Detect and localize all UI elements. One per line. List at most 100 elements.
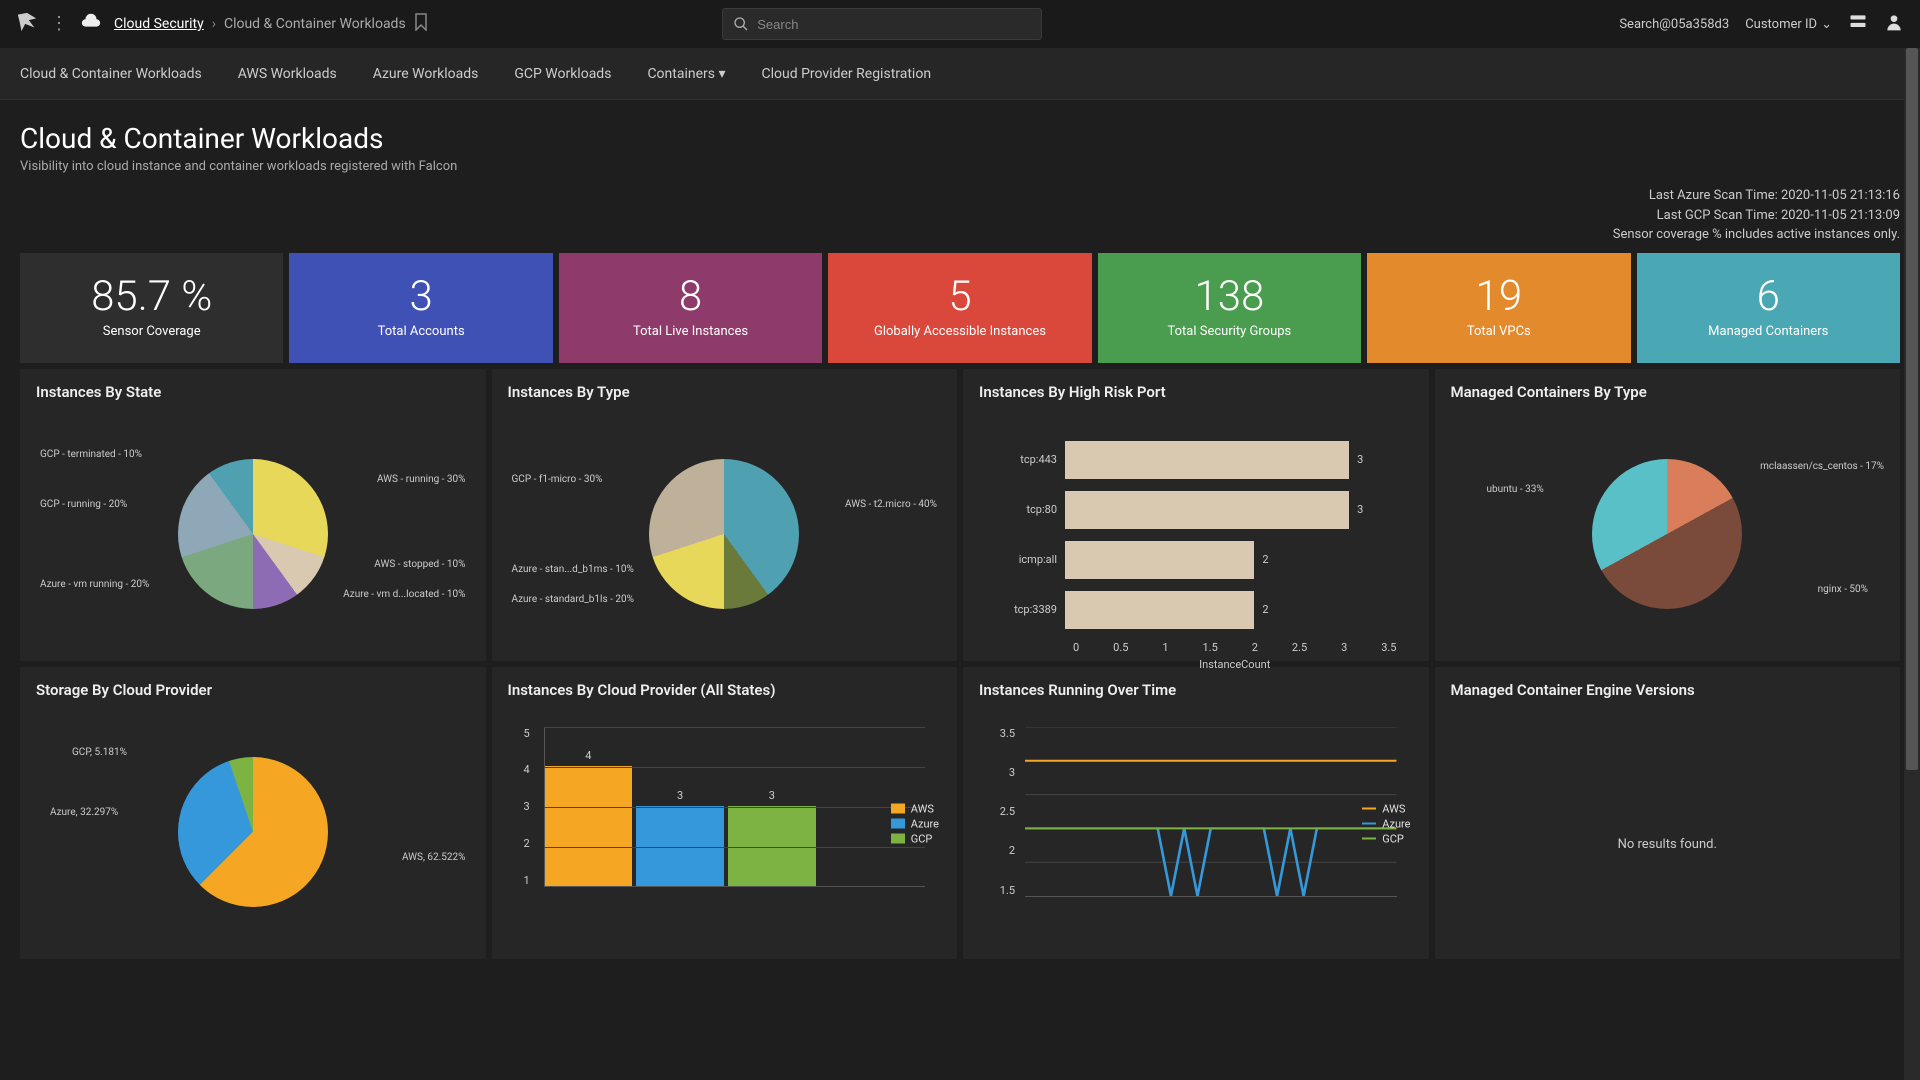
pie-label: Azure - stan...d_b1ms - 10%	[512, 564, 634, 575]
pie-label: ubuntu - 33%	[1487, 484, 1544, 495]
kpi-card[interactable]: 3 Total Accounts	[289, 253, 552, 363]
search-icon	[733, 16, 749, 32]
pie-chart[interactable]: AWS - t2.micro - 40% Azure - stan...d_b1m…	[504, 419, 946, 649]
global-search[interactable]	[722, 8, 1042, 40]
page-title: Cloud & Container Workloads	[20, 122, 1900, 155]
scan-info-azure: Last Azure Scan Time: 2020-11-05 21:13:1…	[20, 186, 1900, 206]
pie-label: GCP, 5.181%	[72, 747, 127, 758]
pie-label: AWS - t2.micro - 40%	[845, 499, 937, 510]
tab-aws-workloads[interactable]: AWS Workloads	[238, 62, 337, 86]
cloud-icon[interactable]	[80, 13, 102, 35]
tab-gcp-workloads[interactable]: GCP Workloads	[514, 62, 611, 86]
panel-title: Storage By Cloud Provider	[20, 667, 486, 709]
pie-chart[interactable]: AWS - running - 30% AWS - stopped - 10% Az…	[32, 419, 474, 649]
panel-title: Instances Running Over Time	[963, 667, 1429, 709]
panel-title: Instances By State	[20, 369, 486, 411]
no-results-message: No results found.	[1447, 717, 1889, 852]
panel-title: Instances By High Risk Port	[963, 369, 1429, 411]
nav-tabs: Cloud & Container Workloads AWS Workload…	[0, 48, 1920, 100]
kpi-label: Total VPCs	[1467, 324, 1531, 339]
pie-label: GCP - terminated - 10%	[40, 449, 142, 460]
pie-label: AWS, 62.522%	[402, 852, 466, 863]
panel-row-2: Storage By Cloud Provider AWS, 62.522% Az…	[0, 661, 1920, 959]
pie-label: Azure - vm running - 20%	[40, 579, 149, 590]
pie-chart[interactable]: AWS, 62.522% Azure, 32.297% GCP, 5.181%	[32, 717, 474, 947]
panel-instances-running-over-time: Instances Running Over Time 3.532.521.5 …	[963, 667, 1429, 959]
topbar: ⋮ Cloud Security › Cloud & Container Wor…	[0, 0, 1920, 48]
kpi-label: Total Live Instances	[633, 324, 748, 339]
bookmark-icon[interactable]	[414, 13, 428, 35]
tab-azure-workloads[interactable]: Azure Workloads	[373, 62, 479, 86]
tab-cloud-container-workloads[interactable]: Cloud & Container Workloads	[20, 62, 202, 86]
kpi-card[interactable]: 5Globally Accessible Instances	[828, 253, 1091, 363]
kpi-card[interactable]: 6 Managed Containers	[1637, 253, 1900, 363]
chevron-right-icon: ›	[212, 16, 216, 32]
kpi-card[interactable]: 19Total VPCs	[1367, 253, 1630, 363]
pie-label: Azure, 32.297%	[50, 807, 118, 818]
customer-id-dropdown[interactable]: Customer ID ⌄	[1745, 17, 1832, 32]
panel-instances-by-state: Instances By State AWS - running - 30%AW…	[20, 369, 486, 661]
pie-label: AWS - stopped - 10%	[374, 559, 465, 570]
kpi-label: Managed Containers	[1708, 324, 1828, 339]
breadcrumb-root[interactable]: Cloud Security	[114, 16, 204, 32]
scrollbar-thumb[interactable]	[1906, 48, 1918, 770]
kpi-card[interactable]: 138 Total Security Groups	[1098, 253, 1361, 363]
pie-label: Azure - vm d...located - 10%	[343, 589, 465, 600]
pie-label: AWS - running - 30%	[377, 474, 466, 485]
pie-label: GCP - f1-micro - 30%	[512, 474, 603, 485]
kpi-value: 6	[1757, 276, 1780, 318]
kpi-label: Total Accounts	[378, 324, 465, 339]
tab-cloud-provider-registration[interactable]: Cloud Provider Registration	[762, 62, 932, 86]
panel-instances-by-high-risk-port: Instances By High Risk Port tcp:443 3 tcp…	[963, 369, 1429, 661]
bar-value: 2	[1262, 553, 1268, 566]
breadcrumb: Cloud Security › Cloud & Container Workl…	[114, 13, 428, 35]
legend: AWS Azure GCP	[1362, 800, 1410, 847]
search-identity: Search@05a358d3	[1619, 17, 1729, 32]
breadcrumb-current: Cloud & Container Workloads	[224, 16, 406, 32]
pie-label: nginx - 50%	[1818, 584, 1868, 595]
bar-category: icmp:all	[995, 553, 1065, 566]
panel-row-1: Instances By State AWS - running - 30%AW…	[0, 363, 1920, 661]
page-header: Cloud & Container Workloads Visibility i…	[0, 100, 1920, 186]
pie-chart[interactable]: mclaassen/cs_centos - 17% nginx - 50% ubun…	[1447, 419, 1889, 649]
customer-id-label: Customer ID	[1745, 17, 1817, 32]
kpi-value: 3	[409, 276, 432, 318]
menu-dots-icon[interactable]: ⋮	[50, 15, 68, 33]
scan-info-note: Sensor coverage % includes active instan…	[20, 225, 1900, 245]
falcon-logo-icon[interactable]	[16, 11, 38, 37]
kpi-row: 85.7 %Sensor Coverage 3 Total Accounts 8 Tot…	[0, 253, 1920, 363]
bar-category: tcp:80	[995, 503, 1065, 516]
user-icon[interactable]	[1884, 12, 1904, 36]
chevron-down-icon: ⌄	[1821, 17, 1832, 32]
scan-info: Last Azure Scan Time: 2020-11-05 21:13:1…	[0, 186, 1920, 253]
panel-managed-containers-by-type: Managed Containers By Type mclaassen/cs_…	[1435, 369, 1901, 661]
kpi-card[interactable]: 8 Total Live Instances	[559, 253, 822, 363]
line-chart[interactable]: 3.532.521.5	[975, 717, 1417, 927]
panel-title: Instances By Type	[492, 369, 958, 411]
kpi-card[interactable]: 85.7 %Sensor Coverage	[20, 253, 283, 363]
kpi-value: 8	[679, 276, 702, 318]
legend: AWS Azure GCP	[891, 800, 939, 847]
panel-title: Instances By Cloud Provider (All States)	[492, 667, 958, 709]
scan-info-gcp: Last GCP Scan Time: 2020-11-05 21:13:09	[20, 206, 1900, 226]
pie-label: mclaassen/cs_centos - 17%	[1760, 461, 1884, 472]
vertical-scrollbar[interactable]	[1904, 48, 1920, 1080]
kpi-label: Sensor Coverage	[103, 324, 201, 339]
panel-instances-by-cloud-provider: Instances By Cloud Provider (All States)…	[492, 667, 958, 959]
topbar-right: Search@05a358d3 Customer ID ⌄	[1619, 12, 1904, 36]
bar-chart[interactable]: tcp:443 3tcp:80 3icmp:all 2tcp:3389 200.…	[975, 419, 1417, 649]
kpi-value: 138	[1194, 276, 1264, 318]
kpi-label: Total Security Groups	[1168, 324, 1292, 339]
kpi-label: Globally Accessible Instances	[874, 324, 1046, 339]
tab-containers[interactable]: Containers ▾	[647, 62, 725, 86]
panel-title: Managed Containers By Type	[1435, 369, 1901, 411]
bar-category: tcp:443	[995, 453, 1065, 466]
panel-managed-container-engine-versions: Managed Container Engine Versions No res…	[1435, 667, 1901, 959]
bar-value: 4	[585, 749, 591, 762]
stack-icon[interactable]	[1848, 12, 1868, 36]
bar-value: 3	[769, 789, 775, 802]
bar-chart[interactable]: 54321433	[504, 717, 946, 927]
page-subtitle: Visibility into cloud instance and conta…	[20, 159, 1900, 174]
search-input[interactable]	[757, 17, 1031, 32]
bar-value: 3	[1357, 453, 1363, 466]
